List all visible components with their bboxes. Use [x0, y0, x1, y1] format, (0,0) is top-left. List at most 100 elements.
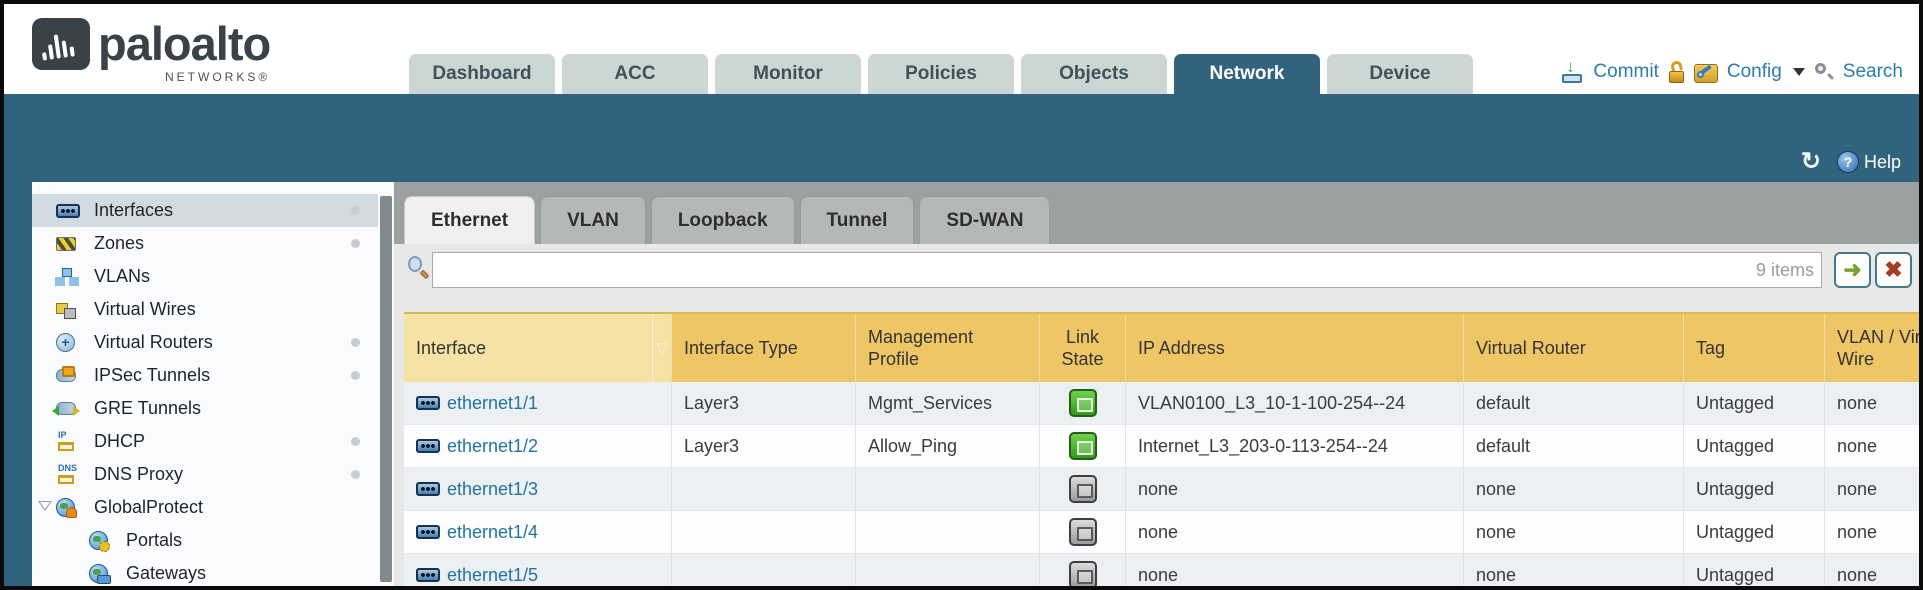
interface-link[interactable]: ethernet1/3 — [447, 479, 538, 500]
ethernet-port-icon — [416, 568, 440, 582]
left-edge-band — [4, 182, 32, 586]
column-header-ip-address[interactable]: IP Address — [1126, 314, 1464, 382]
vlans-icon — [56, 268, 76, 285]
portals-icon — [89, 531, 108, 550]
sidebar-item-ipsec-tunnels[interactable]: IPSec Tunnels — [32, 359, 378, 392]
main-nav-tabs: Dashboard ACC Monitor Policies Objects N… — [409, 54, 1473, 94]
main-content: Ethernet VLAN Loopback Tunnel SD-WAN 9 i… — [394, 182, 1919, 586]
tab-ethernet[interactable]: Ethernet — [404, 196, 535, 244]
ethernet-port-icon — [56, 204, 80, 218]
tab-network[interactable]: Network — [1174, 54, 1320, 94]
column-header-interface-type[interactable]: Interface Type — [672, 314, 856, 382]
globalprotect-icon — [56, 498, 75, 517]
ethernet-port-icon — [416, 439, 440, 453]
collapse-triangle-icon[interactable] — [38, 501, 52, 511]
column-header-tag[interactable]: Tag — [1684, 314, 1825, 382]
dhcp-icon: IP — [56, 432, 78, 452]
link-state-icon[interactable] — [1069, 432, 1097, 460]
link-state-icon[interactable] — [1069, 518, 1097, 546]
tab-loopback[interactable]: Loopback — [651, 196, 795, 244]
tab-vlan[interactable]: VLAN — [540, 196, 646, 244]
zones-icon — [56, 237, 76, 251]
sort-dropdown-icon[interactable]: ▽ — [652, 314, 672, 382]
interfaces-table: Interface ▽ Interface Type Management Pr… — [404, 312, 1919, 586]
gre-tunnels-icon — [56, 402, 76, 415]
clear-filter-button[interactable]: ✖ — [1875, 252, 1912, 288]
sidebar-item-gre-tunnels[interactable]: GRE Tunnels — [32, 392, 378, 425]
dns-proxy-icon: DNS — [56, 465, 78, 485]
link-state-icon[interactable] — [1069, 389, 1097, 417]
interface-link[interactable]: ethernet1/2 — [447, 436, 538, 457]
logo-networks-text: NETWORKS® — [98, 70, 270, 84]
interface-link[interactable]: ethernet1/5 — [447, 565, 538, 586]
sidebar-item-vlans[interactable]: VLANs — [32, 260, 378, 293]
column-header-link-state[interactable]: Link State — [1040, 314, 1126, 382]
apply-filter-button[interactable]: ➜ — [1834, 252, 1871, 288]
secondary-header-band: ↻ ? Help — [4, 94, 1919, 182]
column-header-management-profile[interactable]: Management Profile — [856, 314, 1040, 382]
status-dot — [351, 470, 360, 479]
ethernet-port-icon — [416, 482, 440, 496]
search-icon — [1814, 62, 1834, 82]
paloalto-logo-icon — [32, 18, 90, 70]
top-header: paloalto NETWORKS® Dashboard ACC Monitor… — [4, 4, 1919, 94]
table-row: ethernet1/4 none none Untagged none — [404, 511, 1919, 554]
virtual-wires-icon — [56, 302, 76, 318]
help-link[interactable]: ? Help — [1837, 151, 1901, 173]
interface-subtabs: Ethernet VLAN Loopback Tunnel SD-WAN — [404, 196, 1050, 244]
column-header-virtual-router[interactable]: Virtual Router — [1464, 314, 1684, 382]
column-header-vlan-virtual-wire[interactable]: VLAN / Virtual-Wire — [1825, 314, 1919, 382]
config-menu[interactable]: Config — [1727, 61, 1782, 83]
filter-bar: 9 items ➜ ✖ — [394, 244, 1919, 296]
header-utilities: ↓ Commit Config Search — [1560, 52, 1903, 92]
sidebar-scrollbar[interactable] — [380, 196, 392, 582]
ethernet-port-icon — [416, 396, 440, 410]
help-label: Help — [1864, 152, 1901, 173]
lock-icon[interactable] — [1668, 61, 1685, 83]
sidebar-item-gateways[interactable]: Gateways — [32, 557, 378, 586]
status-dot — [351, 239, 360, 248]
tab-policies[interactable]: Policies — [868, 54, 1014, 94]
sidebar-item-dhcp[interactable]: IP DHCP — [32, 425, 378, 458]
status-dot — [351, 371, 360, 380]
link-state-icon[interactable] — [1069, 561, 1097, 586]
commit-button[interactable]: Commit — [1593, 61, 1658, 83]
table-row: ethernet1/5 none none Untagged none — [404, 554, 1919, 586]
ipsec-tunnels-icon — [56, 369, 76, 382]
sidebar-item-interfaces[interactable]: Interfaces — [32, 194, 378, 227]
sidebar-item-zones[interactable]: Zones — [32, 227, 378, 260]
status-dot — [351, 206, 360, 215]
tab-dashboard[interactable]: Dashboard — [409, 54, 555, 94]
link-state-icon[interactable] — [1069, 475, 1097, 503]
column-header-interface[interactable]: Interface — [404, 314, 652, 382]
interface-link[interactable]: ethernet1/1 — [447, 393, 538, 414]
tab-acc[interactable]: ACC — [562, 54, 708, 94]
filter-input[interactable] — [432, 252, 1822, 288]
sidebar-item-virtual-wires[interactable]: Virtual Wires — [32, 293, 378, 326]
chevron-down-icon[interactable] — [1793, 68, 1805, 76]
status-dot — [351, 437, 360, 446]
status-dot — [351, 338, 360, 347]
tab-device[interactable]: Device — [1327, 54, 1473, 94]
filter-search-icon — [406, 256, 430, 282]
refresh-icon[interactable]: ↻ — [1801, 150, 1821, 174]
virtual-routers-icon: + — [56, 333, 75, 352]
config-icon — [1694, 62, 1718, 83]
help-icon: ? — [1837, 151, 1859, 173]
sidebar-item-virtual-routers[interactable]: + Virtual Routers — [32, 326, 378, 359]
paloalto-logo: paloalto NETWORKS® — [32, 18, 270, 84]
table-row: ethernet1/3 none none Untagged none — [404, 468, 1919, 511]
gateways-icon — [89, 564, 108, 583]
sidebar-item-globalprotect[interactable]: GlobalProtect — [32, 491, 378, 524]
tab-sdwan[interactable]: SD-WAN — [919, 196, 1050, 244]
tab-tunnel[interactable]: Tunnel — [800, 196, 915, 244]
tab-monitor[interactable]: Monitor — [715, 54, 861, 94]
interface-link[interactable]: ethernet1/4 — [447, 522, 538, 543]
table-header-row: Interface ▽ Interface Type Management Pr… — [404, 312, 1919, 382]
sidebar-item-portals[interactable]: Portals — [32, 524, 378, 557]
search-button[interactable]: Search — [1843, 61, 1903, 83]
network-sidebar: Interfaces Zones VLANs Virtual Wires + V… — [32, 182, 394, 586]
tab-objects[interactable]: Objects — [1021, 54, 1167, 94]
sidebar-item-dns-proxy[interactable]: DNS DNS Proxy — [32, 458, 378, 491]
logo-wordmark: paloalto — [98, 18, 270, 70]
